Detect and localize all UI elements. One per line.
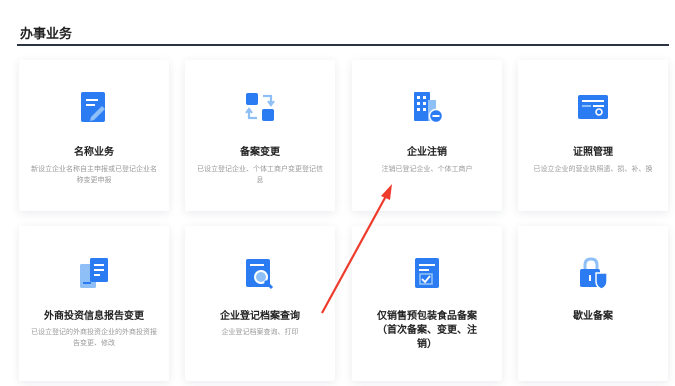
card-desc: 注销已登记企业、个体工商户 — [381, 165, 473, 173]
card-title: 外商投资信息报告变更 — [44, 311, 144, 322]
page-root: 办事业务 名称业务 新设立企业名称自主申报或已登记企业名称变更申报 备案变更 已… — [0, 0, 675, 386]
card-name-business[interactable]: 名称业务 新设立企业名称自主申报或已登记企业名称变更申报 — [19, 60, 169, 211]
card-desc: 已设立企业的营业执照遗、损、补、换 — [533, 165, 653, 173]
card-title: 歇业备案 — [573, 311, 613, 322]
card-desc: 已设立登记企业、个体工商户变更登记信息 — [197, 165, 323, 184]
document-search-icon — [244, 256, 276, 290]
card-title: 证照管理 — [573, 147, 613, 158]
card-desc: 新设立企业名称自主申报或已登记企业名称变更申报 — [31, 165, 157, 184]
document-edit-icon — [78, 90, 110, 124]
card-title: 备案变更 — [240, 147, 280, 158]
card-title: 企业登记档案查询 — [220, 311, 300, 322]
swap-arrows-icon — [244, 90, 276, 124]
card-title: 仅销售预包装食品备案（首次备案、变更、注销） — [377, 311, 477, 350]
card-title: 企业注销 — [407, 147, 447, 158]
license-card-icon — [577, 90, 609, 124]
checklist-icon — [411, 256, 443, 290]
documents-icon — [78, 256, 110, 290]
building-minus-icon — [411, 90, 443, 124]
section-divider — [17, 44, 669, 46]
card-archive-query[interactable]: 企业登记档案查询 企业登记档案查询、打印 — [185, 226, 335, 381]
card-enterprise-cancel[interactable]: 企业注销 注销已登记企业、个体工商户 — [352, 60, 502, 211]
section-title: 办事业务 — [20, 27, 73, 42]
card-title: 名称业务 — [74, 147, 114, 158]
card-foreign-investment-report[interactable]: 外商投资信息报告变更 已设立登记的外商投资企业的外商投资报告变更、修改 — [19, 226, 169, 381]
lock-shield-icon — [577, 256, 609, 290]
card-desc: 企业登记档案查询、打印 — [221, 328, 299, 336]
card-suspension-record[interactable]: 歇业备案 — [518, 226, 668, 381]
card-food-record[interactable]: 仅销售预包装食品备案（首次备案、变更、注销） — [352, 226, 502, 381]
card-license-management[interactable]: 证照管理 已设立企业的营业执照遗、损、补、换 — [518, 60, 668, 211]
card-record-change[interactable]: 备案变更 已设立登记企业、个体工商户变更登记信息 — [185, 60, 335, 211]
card-desc: 已设立登记的外商投资企业的外商投资报告变更、修改 — [31, 328, 157, 347]
